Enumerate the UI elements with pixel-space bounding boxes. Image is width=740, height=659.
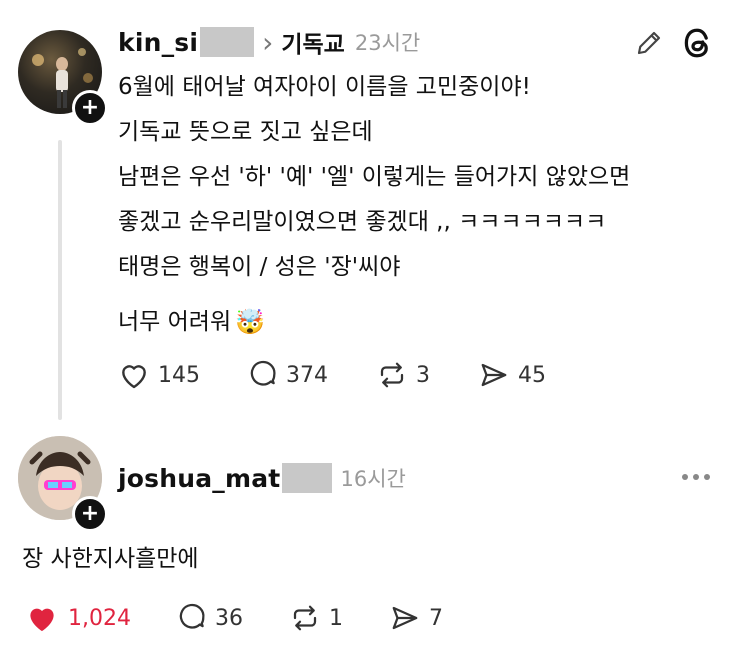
like-count: 145 bbox=[158, 362, 200, 388]
post-line: 기독교 뜻으로 짓고 싶은데 bbox=[118, 119, 373, 145]
post-header: kin_si › 기독교 23시간 bbox=[118, 24, 420, 60]
exploding-head-emoji: 🤯 bbox=[235, 308, 266, 336]
repost-count: 1 bbox=[328, 605, 343, 631]
more-dots-icon[interactable] bbox=[682, 474, 710, 480]
repost-count: 3 bbox=[416, 362, 430, 388]
like-button[interactable]: 1,024 bbox=[24, 602, 131, 634]
thread-connector-line bbox=[58, 140, 62, 420]
send-icon bbox=[392, 606, 418, 630]
comment-button[interactable]: 36 bbox=[177, 602, 243, 634]
threads-logo-icon[interactable] bbox=[680, 26, 714, 64]
post-line: 태명은 행복이 / 성은 '장'씨야 bbox=[118, 254, 401, 280]
username-redaction bbox=[282, 463, 333, 493]
repost-button[interactable]: 1 bbox=[289, 602, 343, 634]
post-line: 6월에 태어날 여자아이 이름을 고민중이야! bbox=[118, 74, 531, 100]
heart-icon bbox=[30, 608, 54, 632]
like-button[interactable]: 145 bbox=[118, 360, 200, 390]
share-count: 7 bbox=[428, 605, 443, 631]
comment-count: 374 bbox=[286, 362, 328, 388]
reply-header: joshua_mat 16시간 bbox=[118, 460, 406, 496]
post-line: 좋겠고 순우리말이였으면 좋겠대 ,, ㅋㅋㅋㅋㅋㅋㅋ bbox=[118, 209, 607, 235]
post-username[interactable]: kin_si bbox=[118, 28, 198, 57]
reply-text: 장 사한지사흘만에 bbox=[22, 546, 199, 572]
comment-bubble-icon bbox=[250, 360, 276, 386]
like-count: 1,024 bbox=[68, 605, 131, 631]
reply-username[interactable]: joshua_mat bbox=[118, 464, 280, 493]
follow-plus-button[interactable]: + bbox=[72, 90, 108, 126]
pencil-icon[interactable] bbox=[634, 28, 664, 62]
comment-button[interactable]: 374 bbox=[248, 360, 328, 390]
heart-icon bbox=[122, 365, 146, 389]
repost-icon bbox=[380, 362, 404, 388]
post-line: 남편은 우선 '하' '예' '엘' 이렇게는 들어가지 않았으면 bbox=[118, 164, 631, 190]
post-time: 23시간 bbox=[354, 31, 421, 55]
post-line: 너무 어려워 bbox=[118, 309, 232, 335]
comment-bubble-icon bbox=[179, 603, 205, 629]
topic-arrow-icon: › bbox=[262, 25, 274, 59]
post-topic-tag[interactable]: 기독교 bbox=[281, 25, 344, 59]
username-redaction bbox=[200, 27, 255, 57]
send-icon bbox=[481, 363, 507, 387]
post-last-line: 너무 어려워 🤯 bbox=[118, 305, 265, 339]
repost-icon bbox=[293, 605, 317, 631]
reply-time: 16시간 bbox=[340, 467, 406, 491]
post-actions: 145 374 3 45 bbox=[118, 360, 546, 390]
follow-plus-button[interactable]: + bbox=[72, 496, 108, 532]
repost-button[interactable]: 3 bbox=[376, 360, 430, 390]
share-count: 45 bbox=[518, 362, 546, 388]
comment-count: 36 bbox=[214, 605, 243, 631]
share-button[interactable]: 7 bbox=[389, 602, 443, 634]
reply-actions: 1,024 36 1 7 bbox=[24, 602, 443, 634]
share-button[interactable]: 45 bbox=[478, 360, 546, 390]
